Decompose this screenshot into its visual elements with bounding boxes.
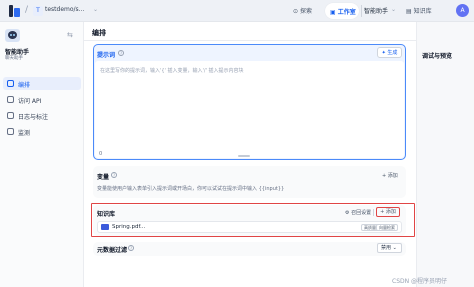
collapse-icon[interactable]: ⇆: [67, 31, 73, 39]
metadata-card: [93, 242, 406, 256]
variables-card: [93, 166, 406, 198]
chevron-down-icon[interactable]: ⌄: [391, 6, 396, 13]
add-variable-button[interactable]: + 添加: [382, 172, 398, 179]
resize-handle[interactable]: [238, 155, 250, 157]
avatar[interactable]: A: [456, 4, 469, 17]
nav-studio-label: ▣ 工作室: [330, 9, 356, 16]
layout-icon: [7, 80, 14, 87]
generate-button[interactable]: ✦ 生成: [377, 47, 402, 58]
app-switcher[interactable]: testdemo/s...: [45, 6, 84, 13]
recall-settings-button[interactable]: ⚙ 召回设置: [345, 209, 371, 216]
knowledge-title: 知识库: [97, 211, 116, 218]
prompt-editor[interactable]: [95, 61, 404, 158]
compass-icon: ⊙: [293, 8, 299, 15]
prompt-placeholder: 在这里写你的提示词，输入'{' 插入变量，输入'/' 插入提示内容块: [100, 68, 244, 74]
breadcrumb-separator: /: [25, 5, 29, 15]
variables-desc: 变量能使用户输入表单引入提示词或开场白，你可以试试在提示词中输入 {{input…: [97, 186, 285, 192]
page-title: 编排: [92, 29, 106, 37]
sidebar-item-orchestrate[interactable]: 编排: [3, 77, 81, 90]
char-count: 0: [99, 151, 103, 157]
help-icon[interactable]: ?: [118, 50, 124, 56]
divider: [373, 209, 374, 216]
chevron-down-icon: ⌄: [392, 245, 397, 251]
add-knowledge-button[interactable]: + 添加: [376, 207, 400, 217]
variables-title: 变量: [97, 174, 110, 181]
nav-separator: [361, 5, 362, 17]
sidebar: [0, 22, 84, 287]
divider: [84, 40, 416, 41]
logo[interactable]: [9, 5, 21, 17]
sidebar-item-monitor[interactable]: 监测: [3, 125, 81, 138]
nav-assistant[interactable]: 智能助手: [364, 6, 388, 15]
terminal-icon: [7, 96, 14, 103]
retrieval-badge: 向量检索: [376, 224, 398, 231]
book-icon: ▤: [406, 8, 412, 15]
prompt-label: 提示词: [97, 52, 116, 59]
sidebar-item-api[interactable]: 访问 API: [3, 93, 81, 106]
chart-icon: [7, 128, 14, 135]
studio-icon: ▣: [330, 9, 336, 16]
chevron-down-icon[interactable]: ⌄: [93, 6, 98, 13]
app-type: 聊天助手: [5, 56, 23, 61]
help-icon[interactable]: ?: [128, 245, 134, 251]
help-icon[interactable]: ?: [111, 172, 117, 178]
preview-title: 调试与预览: [422, 53, 453, 60]
nav-knowledge[interactable]: ▤ 知识库: [406, 6, 432, 15]
app-chip: T: [33, 6, 43, 16]
app-icon: [5, 29, 20, 42]
preview-panel: [416, 22, 474, 287]
sparkle-icon: ✦: [381, 50, 386, 56]
folder-icon: [101, 224, 109, 230]
metadata-select[interactable]: 禁用 ⌄: [377, 243, 402, 253]
knowledge-file-name: Spring.pdf...: [112, 224, 146, 230]
watermark: CSDN @程序员明仔: [392, 278, 448, 285]
settings-icon: ⚙: [345, 210, 350, 216]
metadata-title: 元数据过滤: [97, 247, 128, 254]
nav-explore[interactable]: ⊙ 探索: [293, 6, 312, 15]
sidebar-item-logs[interactable]: 日志与标注: [3, 109, 81, 122]
file-icon: [7, 112, 14, 119]
